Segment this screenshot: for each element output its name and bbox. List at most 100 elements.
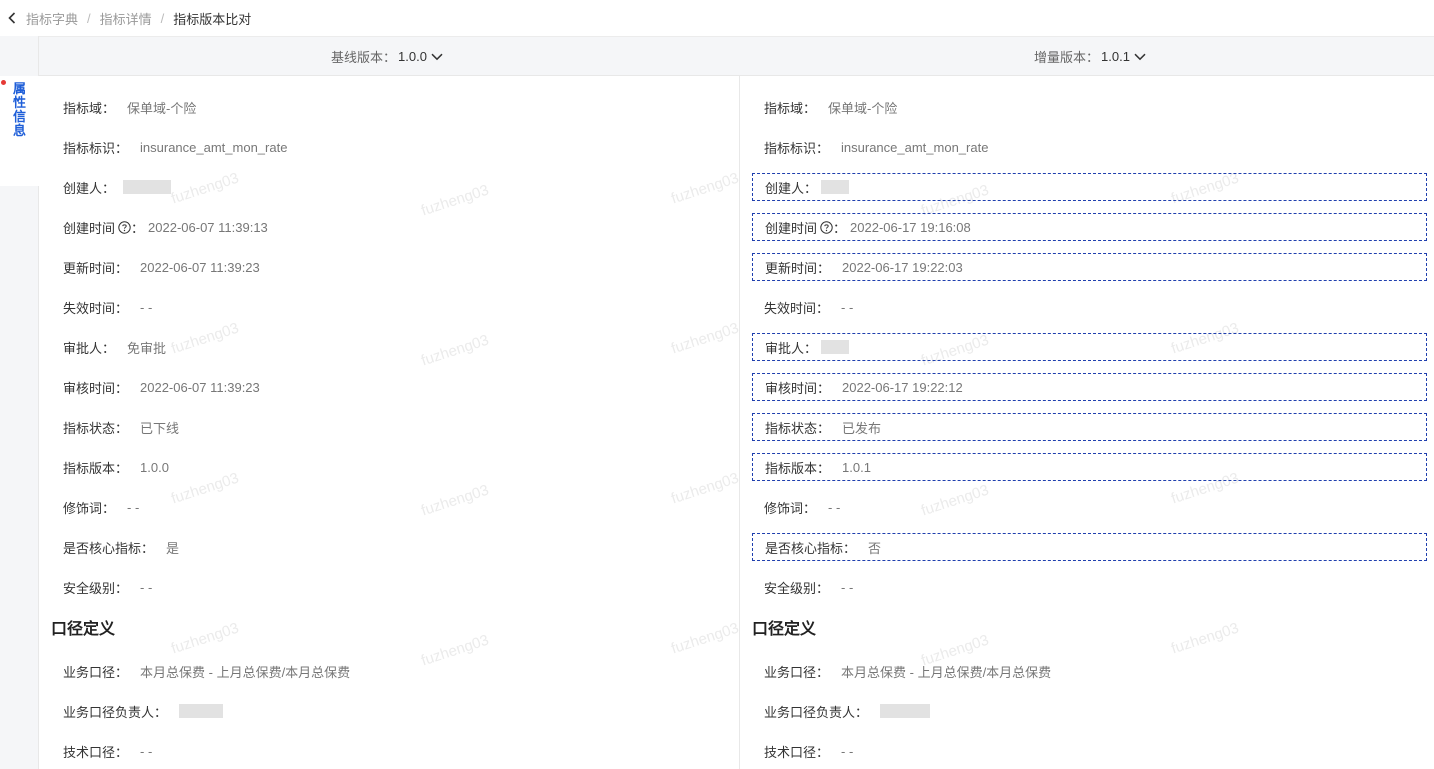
attr-row-core-diff: 是否核心指标： 否 — [752, 533, 1427, 561]
chevron-left-icon[interactable] — [6, 12, 18, 24]
attr-label: 业务口径负责人： — [63, 704, 168, 720]
masked-value — [880, 704, 931, 718]
attr-row-creator-diff: 创建人： — [752, 173, 1427, 201]
breadcrumb-item-detail[interactable]: 指标详情 — [100, 9, 152, 28]
attr-row-approver-diff: 审批人： — [752, 333, 1427, 361]
attr-row-security: 安全级别： - - — [51, 573, 726, 601]
attr-row-domain: 指标域： 保单域-个险 — [752, 93, 1427, 121]
attr-label: 创建时间 — [765, 220, 818, 236]
attr-label: 指标标识： — [63, 140, 129, 156]
attr-value: 是 — [166, 540, 180, 556]
attr-label: 审核时间： — [765, 380, 831, 396]
notification-dot — [1, 80, 6, 85]
attr-label: 审批人： — [63, 340, 116, 356]
attr-label: 指标版本： — [765, 460, 831, 476]
increment-version-label: 增量版本： — [1034, 50, 1100, 65]
attr-value: - - — [140, 299, 153, 315]
attr-label: 创建人： — [63, 180, 116, 196]
caliber-row-owner: 业务口径负责人： — [51, 697, 726, 725]
breadcrumb-item-dictionary[interactable]: 指标字典 — [26, 9, 78, 28]
attr-label: 安全级别： — [764, 580, 830, 596]
colon: ： — [833, 220, 847, 236]
tab-attribute-info[interactable]: 属 性 信 息 — [0, 76, 39, 186]
attr-row-identifier: 指标标识： insurance_amt_mon_rate — [51, 133, 726, 161]
attr-label: 更新时间： — [765, 260, 831, 276]
attr-value: 1.0.0 — [140, 459, 169, 475]
attr-row-status-diff: 指标状态： 已发布 — [752, 413, 1427, 441]
attr-label: 指标域： — [63, 100, 116, 116]
increment-version-value: 1.0.1 — [1101, 49, 1130, 64]
attr-value: 保单域-个险 — [127, 100, 197, 116]
caliber-row-technical: 技术口径： - - — [752, 737, 1427, 765]
watermark-text: fuzheng03 — [1169, 619, 1241, 658]
attr-row-core: 是否核心指标： 是 — [51, 533, 726, 561]
baseline-version-select[interactable]: 基线版本： 1.0.0 — [331, 37, 443, 76]
attr-row-create-time: 创建时间 ： 2022-06-07 11:39:13 — [51, 213, 726, 241]
attr-row-identifier: 指标标识： insurance_amt_mon_rate — [752, 133, 1427, 161]
attr-label: 失效时间： — [63, 300, 129, 316]
attr-value: 保单域-个险 — [828, 100, 898, 116]
attr-label: 修饰词： — [63, 500, 116, 516]
attr-value: 本月总保费 - 上月总保费/本月总保费 — [140, 664, 351, 680]
attr-label: 修饰词： — [764, 500, 817, 516]
attr-row-version: 指标版本： 1.0.0 — [51, 453, 726, 481]
attr-value: 1.0.1 — [842, 459, 871, 475]
attr-value: - - — [841, 743, 854, 759]
tab-label-char: 属 — [12, 81, 26, 96]
tab-label-char: 信 — [12, 109, 26, 124]
attr-row-review-time: 审核时间： 2022-06-07 11:39:23 — [51, 373, 726, 401]
question-circle-icon[interactable] — [118, 220, 131, 234]
attr-row-review-time-diff: 审核时间： 2022-06-17 19:22:12 — [752, 373, 1427, 401]
question-circle-icon[interactable] — [820, 220, 833, 234]
tab-label-char: 性 — [12, 95, 26, 110]
attr-label: 业务口径： — [764, 664, 830, 680]
attr-value: - - — [841, 579, 854, 595]
chevron-down-icon — [431, 53, 443, 61]
attr-value: 2022-06-17 19:22:12 — [842, 379, 963, 395]
attr-value: 2022-06-07 11:39:13 — [148, 219, 268, 235]
section-title-caliber: 口径定义 — [51, 621, 116, 638]
section-title-caliber: 口径定义 — [752, 621, 817, 638]
attr-value: 2022-06-07 11:39:23 — [140, 259, 260, 275]
masked-value — [123, 180, 172, 194]
attr-row-approver: 审批人： 免审批 — [51, 333, 726, 361]
attr-value: 2022-06-17 19:22:03 — [842, 259, 963, 275]
attr-value: 已下线 — [140, 420, 180, 436]
attr-label: 技术口径： — [63, 744, 129, 760]
attr-label: 业务口径负责人： — [764, 704, 869, 720]
attr-value: 2022-06-17 19:16:08 — [850, 219, 971, 235]
attr-row-expire-time: 失效时间： - - — [51, 293, 726, 321]
tab-label-char: 息 — [12, 123, 26, 138]
attr-label: 指标状态： — [765, 420, 831, 436]
attr-label: 审批人： — [765, 340, 818, 356]
baseline-version-value: 1.0.0 — [398, 49, 427, 64]
attr-label: 失效时间： — [764, 300, 830, 316]
attr-label: 技术口径： — [764, 744, 830, 760]
attr-value: 已发布 — [842, 420, 882, 436]
masked-value — [179, 704, 224, 718]
breadcrumb-item-compare: 指标版本比对 — [173, 11, 252, 27]
attr-row-update-time: 更新时间： 2022-06-07 11:39:23 — [51, 253, 726, 281]
colon: ： — [131, 220, 145, 236]
attr-label: 创建人： — [765, 180, 818, 196]
column-divider — [739, 76, 740, 769]
watermark-text: fuzheng03 — [169, 619, 241, 658]
attr-value: 2022-06-07 11:39:23 — [140, 379, 260, 395]
attr-value: - - — [140, 743, 153, 759]
breadcrumb-separator: / — [87, 10, 91, 26]
watermark-text: fuzheng03 — [669, 619, 741, 658]
increment-version-select[interactable]: 增量版本： 1.0.1 — [1034, 37, 1146, 76]
attr-row-modifier: 修饰词： - - — [51, 493, 726, 521]
attr-label: 是否核心指标： — [765, 540, 857, 556]
breadcrumb: 指标字典 / 指标详情 / 指标版本比对 — [0, 0, 1434, 36]
attr-row-modifier: 修饰词： - - — [752, 493, 1427, 521]
version-header: 基线版本： 1.0.0 增量版本： 1.0.1 — [39, 36, 1434, 76]
attr-row-create-time-diff: 创建时间 ： 2022-06-17 19:16:08 — [752, 213, 1427, 241]
attr-value: insurance_amt_mon_rate — [841, 139, 989, 155]
breadcrumb-separator: / — [160, 10, 165, 26]
attr-label: 是否核心指标： — [63, 540, 155, 556]
attr-value: - - — [140, 579, 153, 595]
attr-row-expire-time: 失效时间： - - — [752, 293, 1427, 321]
attr-value: 否 — [868, 540, 882, 556]
caliber-row-owner: 业务口径负责人： — [752, 697, 1427, 725]
